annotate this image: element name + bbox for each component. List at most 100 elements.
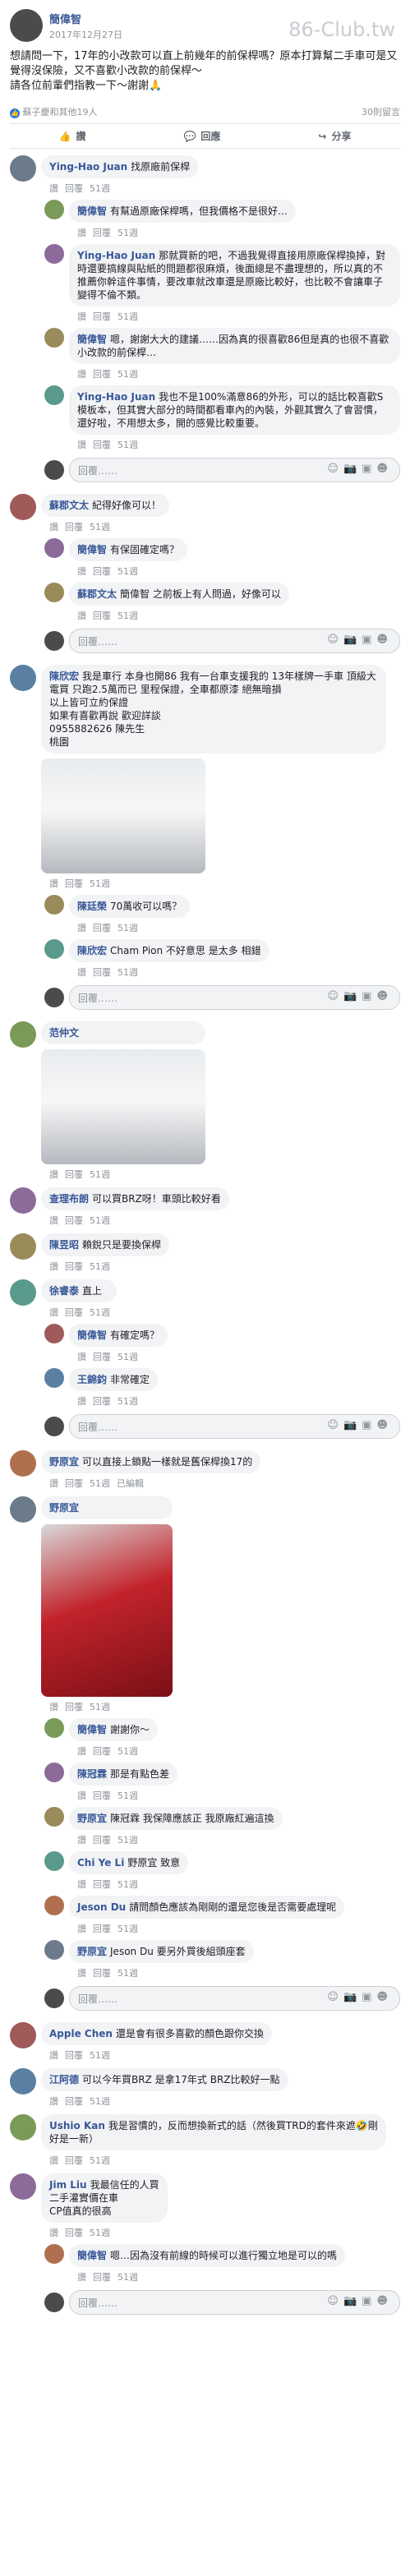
reply-like-link[interactable]: 讚: [77, 1746, 86, 1757]
comment-reply-link[interactable]: 回覆: [65, 2050, 83, 2061]
comment-like-link[interactable]: 讚: [49, 1215, 58, 1226]
comment-reply-link[interactable]: 回覆: [65, 522, 83, 532]
commenter-name[interactable]: 范仲文: [49, 1027, 79, 1039]
reply-like-link[interactable]: 讚: [77, 1835, 86, 1846]
gif-icon[interactable]: ▣: [362, 634, 376, 646]
reply-reply-link[interactable]: 回覆: [93, 440, 111, 450]
replier-name[interactable]: 陳欣宏: [77, 945, 107, 956]
reply-like-link[interactable]: 讚: [77, 566, 86, 577]
commenter-name[interactable]: 徐睿泰: [49, 1285, 79, 1297]
replier-name[interactable]: 簡偉智: [77, 1724, 107, 1735]
camera-icon[interactable]: 📷: [343, 463, 362, 475]
commenter-avatar[interactable]: [10, 1233, 36, 1260]
comment-like-link[interactable]: 讚: [49, 1169, 58, 1180]
reply-reply-link[interactable]: 回覆: [93, 311, 111, 322]
commenter-name[interactable]: Ushio Kan: [49, 2120, 105, 2131]
replier-avatar[interactable]: [44, 583, 64, 602]
commenter-avatar[interactable]: [10, 2068, 36, 2094]
camera-icon[interactable]: 📷: [343, 2295, 362, 2307]
comment-reply-link[interactable]: 回覆: [65, 1702, 83, 1712]
reply-like-link[interactable]: 讚: [77, 923, 86, 933]
reply-like-link[interactable]: 讚: [77, 967, 86, 978]
emoji-icon[interactable]: ☺: [327, 634, 343, 646]
reply-input[interactable]: 回覆…… ☺📷▣☻: [69, 1986, 400, 2011]
comment-like-link[interactable]: 讚: [49, 2155, 58, 2166]
reply-reply-link[interactable]: 回覆: [93, 1968, 111, 1979]
replier-name[interactable]: 簡偉智: [77, 2250, 107, 2261]
comment-like-link[interactable]: 讚: [49, 1307, 58, 1318]
camera-icon[interactable]: 📷: [343, 990, 362, 1002]
comment-photo[interactable]: [41, 758, 205, 873]
comment-reply-link[interactable]: 回覆: [65, 183, 83, 194]
reply-like-link[interactable]: 讚: [77, 228, 86, 238]
replier-avatar[interactable]: [44, 1763, 64, 1782]
commenter-name[interactable]: 野原宜: [49, 1456, 79, 1468]
comment-reply-link[interactable]: 回覆: [65, 2155, 83, 2166]
reply-reply-link[interactable]: 回覆: [93, 369, 111, 380]
comment-like-link[interactable]: 讚: [49, 2228, 58, 2238]
reply-like-link[interactable]: 讚: [77, 440, 86, 450]
replier-name[interactable]: 野原宜: [77, 1946, 107, 1957]
comment-like-link[interactable]: 讚: [49, 2096, 58, 2107]
comment-button[interactable]: 💬 回應: [183, 129, 220, 143]
emoji-icon[interactable]: ☺: [327, 1991, 343, 2003]
comments-count[interactable]: 30則留言: [362, 105, 400, 118]
commenter-name[interactable]: 蘇郡文太: [49, 500, 89, 511]
sticker-icon[interactable]: ☻: [376, 634, 393, 646]
replier-name[interactable]: 蘇郡文太: [77, 588, 117, 600]
replier-name[interactable]: 簡偉智: [77, 544, 107, 555]
reply-like-link[interactable]: 讚: [77, 311, 86, 322]
replier-avatar[interactable]: [44, 1324, 64, 1343]
emoji-icon[interactable]: ☺: [327, 2295, 343, 2307]
replier-name[interactable]: 簡偉智: [77, 334, 107, 345]
reply-input[interactable]: 回覆…… ☺📷▣☻: [69, 1414, 400, 1439]
replier-avatar[interactable]: [44, 200, 64, 219]
reply-like-link[interactable]: 讚: [77, 1924, 86, 1934]
reply-like-link[interactable]: 讚: [77, 369, 86, 380]
post-author[interactable]: 簡偉智: [49, 11, 122, 26]
gif-icon[interactable]: ▣: [362, 463, 376, 475]
replier-avatar[interactable]: [44, 1940, 64, 1960]
comment-photo[interactable]: [41, 1524, 173, 1697]
like-button[interactable]: 👍 讚: [58, 129, 85, 143]
replier-avatar[interactable]: [44, 2244, 64, 2264]
reply-reply-link[interactable]: 回覆: [93, 1924, 111, 1934]
emoji-icon[interactable]: ☺: [327, 990, 343, 1002]
replier-name[interactable]: Ying-Hao Juan: [77, 250, 155, 261]
reply-reply-link[interactable]: 回覆: [93, 923, 111, 933]
replier-avatar[interactable]: [44, 895, 64, 915]
reply-reply-link[interactable]: 回覆: [93, 611, 111, 621]
commenter-name[interactable]: Jim Liu: [49, 2179, 87, 2191]
replier-name[interactable]: Jeson Du: [77, 1901, 126, 1913]
commenter-name[interactable]: 陳欣宏: [49, 670, 79, 682]
comment-reply-link[interactable]: 回覆: [65, 1169, 83, 1180]
commenter-avatar[interactable]: [10, 1021, 36, 1048]
replier-name[interactable]: 陳冠霖: [77, 1768, 107, 1780]
replier-avatar[interactable]: [44, 244, 64, 264]
comment-like-link[interactable]: 讚: [49, 1702, 58, 1712]
gif-icon[interactable]: ▣: [362, 1991, 376, 2003]
reply-input[interactable]: 回覆…… ☺📷▣☻: [69, 629, 400, 653]
reply-like-link[interactable]: 讚: [77, 1879, 86, 1890]
emoji-icon[interactable]: ☺: [327, 1419, 343, 1431]
commenter-avatar[interactable]: [10, 2173, 36, 2200]
reply-like-link[interactable]: 讚: [77, 611, 86, 621]
replier-avatar[interactable]: [44, 1807, 64, 1827]
reactions-summary[interactable]: 👍 蘇子慶和其他19人: [10, 105, 98, 118]
comment-photo[interactable]: [41, 1049, 205, 1164]
replier-name[interactable]: 野原宜: [77, 1813, 107, 1824]
comment-reply-link[interactable]: 回覆: [65, 1261, 83, 1272]
comment-reply-link[interactable]: 回覆: [65, 1215, 83, 1226]
replier-avatar[interactable]: [44, 1851, 64, 1871]
comment-like-link[interactable]: 讚: [49, 1478, 58, 1489]
reply-like-link[interactable]: 讚: [77, 1790, 86, 1801]
comment-reply-link[interactable]: 回覆: [65, 878, 83, 889]
replier-avatar[interactable]: [44, 1368, 64, 1388]
gif-icon[interactable]: ▣: [362, 1419, 376, 1431]
commenter-avatar[interactable]: [10, 1450, 36, 1477]
reply-reply-link[interactable]: 回覆: [93, 1835, 111, 1846]
commenter-name[interactable]: 江阿德: [49, 2074, 79, 2085]
commenter-name[interactable]: Apple Chen: [49, 2028, 113, 2039]
commenter-name[interactable]: 野原宜: [49, 1502, 79, 1514]
replier-name[interactable]: 簡偉智: [77, 1329, 107, 1341]
